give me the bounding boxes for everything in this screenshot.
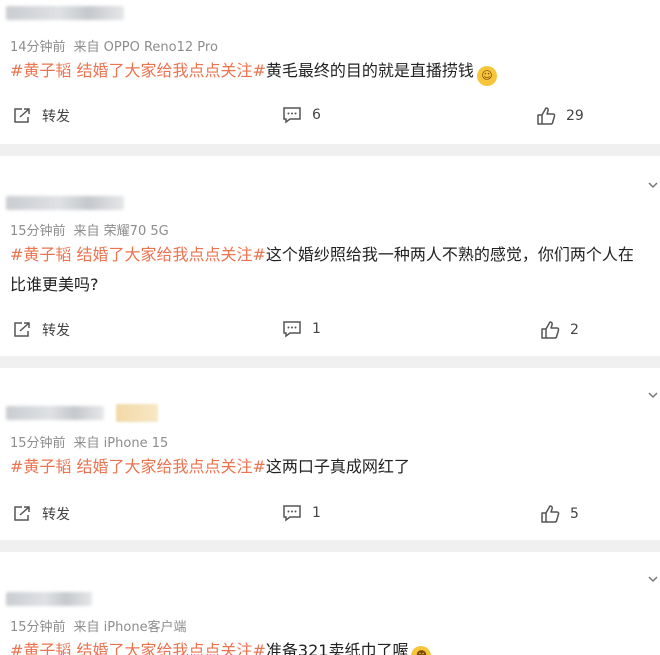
chevron-down-icon[interactable] <box>648 390 658 400</box>
username-blurred[interactable] <box>6 6 124 20</box>
forward-icon <box>14 506 30 521</box>
like-icon <box>541 505 560 523</box>
comment-text: #黄子韬 结婚了大家给我点点关注#这个婚纱照给我一种两人不熟的感觉，你们两个人在… <box>10 240 660 300</box>
forward-button[interactable]: 转发 <box>12 320 70 340</box>
comment-time: 15分钟前 <box>10 620 66 635</box>
chevron-down-icon[interactable] <box>648 180 658 190</box>
comment-icon <box>283 107 301 124</box>
comment-body: 这两口子真成网红了 <box>265 457 410 476</box>
comment-icon <box>283 505 301 522</box>
comment-count: 1 <box>312 321 321 337</box>
comment-text: #黄子韬 结婚了大家给我点点关注#准备321卖纸巾了喔☻ <box>10 636 660 655</box>
user-badge-blurred <box>116 404 158 422</box>
comment-icon <box>283 321 301 338</box>
comment-card-2: 15分钟前 来自 荣耀70 5G #黄子韬 结婚了大家给我点点关注#这个婚纱照给我… <box>0 156 660 356</box>
forward-icon <box>14 322 30 337</box>
chevron-down-icon[interactable] <box>648 574 658 584</box>
grinning-sweat-emoji-icon: ☺ <box>476 66 497 86</box>
like-icon <box>537 107 556 125</box>
like-count: 5 <box>570 506 579 522</box>
forward-label: 转发 <box>42 109 70 125</box>
comment-meta: 15分钟前 来自 iPhone 15 <box>10 432 176 451</box>
like-button[interactable]: 2 <box>540 320 579 340</box>
forward-button[interactable]: 转发 <box>12 106 70 126</box>
username-blurred[interactable] <box>6 406 104 420</box>
comment-body: 黄毛最终的目的就是直播捞钱 <box>265 61 474 80</box>
like-count: 2 <box>570 322 579 338</box>
username-blurred[interactable] <box>6 592 92 606</box>
comment-time: 15分钟前 <box>10 436 66 451</box>
comment-body: 准备321卖纸巾了喔 <box>265 641 409 655</box>
topic-tag-link[interactable]: #黄子韬 结婚了大家给我点点关注# <box>10 641 266 655</box>
comment-source: 来自 iPhone 15 <box>73 436 169 451</box>
comment-card-1: 14分钟前 来自 OPPO Reno12 Pro #黄子韬 结婚了大家给我点点关注… <box>0 0 660 144</box>
comment-text: #黄子韬 结婚了大家给我点点关注#这两口子真成网红了 <box>10 452 660 482</box>
comment-meta: 14分钟前 来自 OPPO Reno12 Pro <box>10 36 226 55</box>
comment-button[interactable]: 1 <box>282 320 321 338</box>
comment-time: 14分钟前 <box>10 40 66 55</box>
like-icon <box>541 321 560 339</box>
comment-body: 这个婚纱照给我一种两人不熟的感觉，你们两个人在 <box>265 245 634 264</box>
topic-tag-link[interactable]: #黄子韬 结婚了大家给我点点关注# <box>10 457 266 476</box>
forward-label: 转发 <box>42 507 70 523</box>
tongue-emoji-icon: ☻ <box>411 646 432 655</box>
like-button[interactable]: 5 <box>540 504 579 524</box>
comment-text: #黄子韬 结婚了大家给我点点关注#黄毛最终的目的就是直播捞钱 ☺ <box>10 56 660 86</box>
comment-time: 15分钟前 <box>10 224 66 239</box>
comment-count: 6 <box>312 107 321 123</box>
comment-source: 来自 iPhone客户端 <box>73 620 187 635</box>
like-count: 29 <box>566 108 584 124</box>
topic-tag-link[interactable]: #黄子韬 结婚了大家给我点点关注# <box>10 245 266 264</box>
username-blurred[interactable] <box>6 196 124 210</box>
comment-card-3: 15分钟前 来自 iPhone 15 #黄子韬 结婚了大家给我点点关注#这两口子真… <box>0 368 660 540</box>
comment-button[interactable]: 1 <box>282 504 321 522</box>
forward-button[interactable]: 转发 <box>12 504 70 524</box>
comment-meta: 15分钟前 来自 iPhone客户端 <box>10 616 195 635</box>
topic-tag-link[interactable]: #黄子韬 结婚了大家给我点点关注# <box>10 61 266 80</box>
comment-body-line2: 比谁更美吗? <box>10 275 99 294</box>
comment-source: 来自 荣耀70 5G <box>73 224 169 239</box>
comment-count: 1 <box>312 505 321 521</box>
forward-icon <box>14 108 30 123</box>
forward-label: 转发 <box>42 323 70 339</box>
comment-card-4: 15分钟前 来自 iPhone客户端 #黄子韬 结婚了大家给我点点关注#准备321… <box>0 552 660 655</box>
comment-button[interactable]: 6 <box>282 106 321 124</box>
comment-meta: 15分钟前 来自 荣耀70 5G <box>10 220 177 239</box>
comment-source: 来自 OPPO Reno12 Pro <box>73 40 218 55</box>
like-button[interactable]: 29 <box>536 106 584 126</box>
